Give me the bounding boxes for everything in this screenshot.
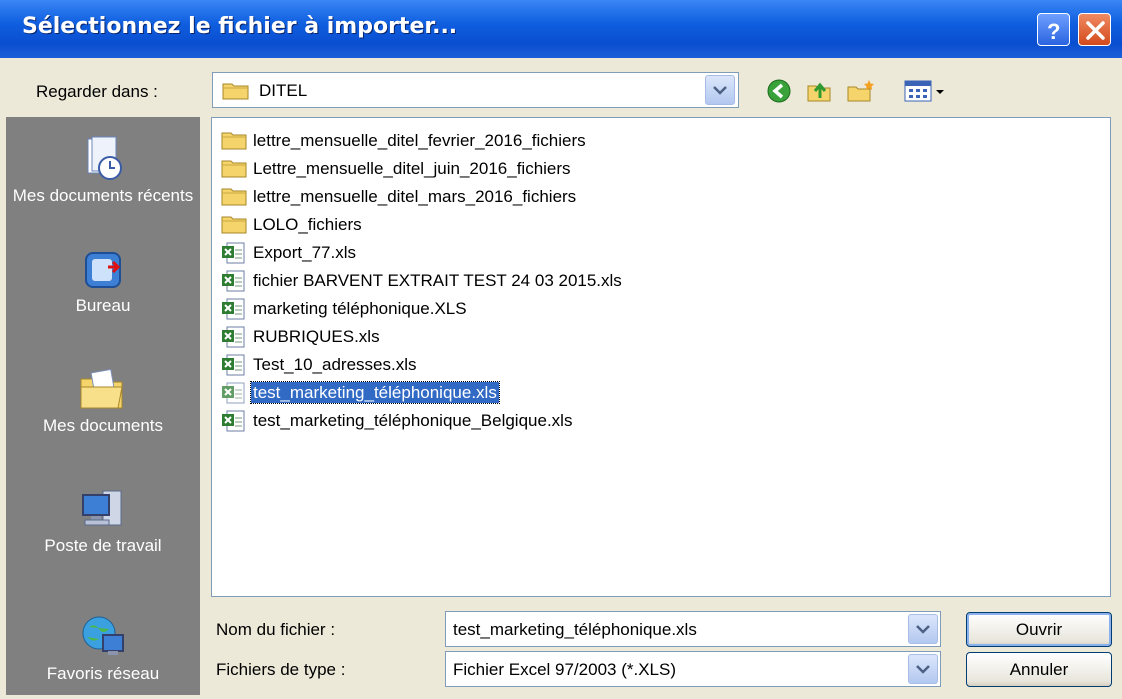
excel-file-icon <box>222 382 245 404</box>
folder-icon <box>221 216 247 234</box>
place-network[interactable]: Favoris réseau <box>6 611 200 684</box>
place-label: Mes documents récents <box>12 186 194 205</box>
folder-icon <box>222 83 249 100</box>
network-places-icon <box>82 616 124 655</box>
look-in-value: DITEL <box>259 81 308 100</box>
filename-value: test_marketing_téléphonique.xls <box>453 620 697 639</box>
folder-icon <box>221 132 247 150</box>
file-list[interactable]: lettre_mensuelle_ditel_fevrier_2016_fich… <box>211 117 1111 597</box>
look-in-dropdown[interactable]: DITEL <box>212 72 739 108</box>
place-my-documents[interactable]: Mes documents <box>6 363 200 436</box>
excel-file-icon <box>222 410 245 432</box>
filename-dropdown-button[interactable] <box>908 614 938 644</box>
excel-file-icon <box>222 270 245 292</box>
place-label: Mes documents <box>43 416 163 435</box>
place-label: Bureau <box>75 296 131 315</box>
cancel-button[interactable]: Annuler <box>966 652 1112 687</box>
view-menu-icon[interactable] <box>904 78 948 104</box>
folder-icon <box>221 160 247 178</box>
close-icon <box>1086 21 1105 40</box>
filetype-label: Fichiers de type : <box>216 660 346 679</box>
filetype-select[interactable]: Fichier Excel 97/2003 (*.XLS) <box>445 651 941 687</box>
question-mark-icon: ? <box>1047 19 1060 44</box>
svg-text:?: ? <box>1047 19 1060 44</box>
my-computer-icon <box>82 490 122 526</box>
excel-file-icon <box>222 354 245 376</box>
folder-icon <box>221 188 247 206</box>
chevron-down-icon <box>916 665 930 674</box>
recent-documents-icon <box>87 136 122 180</box>
filename-input[interactable]: test_marketing_téléphonique.xls <box>445 611 941 647</box>
places-bar: Mes documents récents Bureau Mes documen… <box>6 117 200 695</box>
filetype-dropdown-button[interactable] <box>908 654 938 684</box>
place-label: Favoris réseau <box>46 664 160 683</box>
open-button[interactable]: Ouvrir <box>966 612 1112 647</box>
filetype-value: Fichier Excel 97/2003 (*.XLS) <box>453 660 676 679</box>
look-in-label: Regarder dans : <box>36 82 158 101</box>
place-recent-documents[interactable]: Mes documents récents <box>6 135 200 206</box>
up-folder-icon[interactable] <box>806 78 834 104</box>
excel-file-icon <box>222 298 245 320</box>
place-my-computer[interactable]: Poste de travail <box>6 483 200 556</box>
new-folder-icon[interactable] <box>846 78 876 104</box>
close-button[interactable] <box>1078 13 1111 46</box>
excel-file-icon <box>222 242 245 264</box>
chevron-down-icon <box>916 625 930 634</box>
my-documents-icon <box>80 368 123 409</box>
excel-file-icon <box>222 326 245 348</box>
chevron-down-icon <box>713 86 727 95</box>
title-bar: Sélectionnez le fichier à importer... ? <box>0 0 1122 58</box>
place-desktop[interactable]: Bureau <box>6 245 200 316</box>
window-title: Sélectionnez le fichier à importer... <box>22 14 458 39</box>
look-in-dropdown-button[interactable] <box>705 75 735 105</box>
place-label: Poste de travail <box>44 536 162 555</box>
desktop-icon <box>85 252 121 288</box>
back-icon[interactable] <box>766 78 792 104</box>
filename-label: Nom du fichier : <box>216 620 336 639</box>
help-button[interactable]: ? <box>1037 13 1070 46</box>
